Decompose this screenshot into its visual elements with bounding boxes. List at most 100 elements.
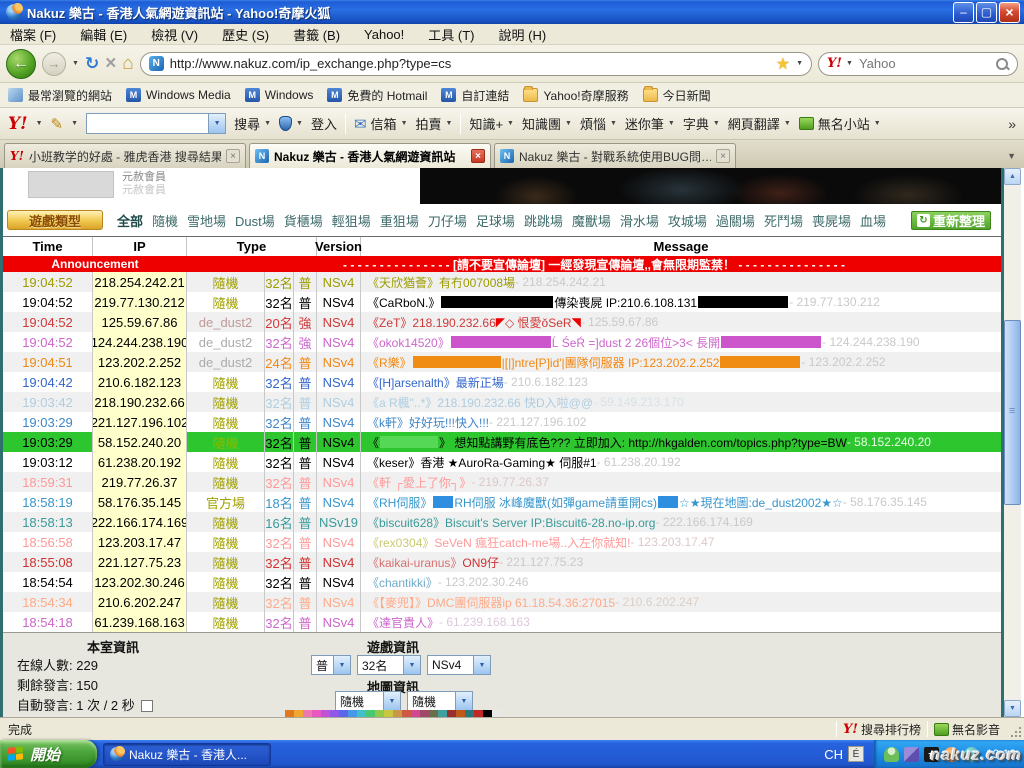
scroll-up-icon[interactable]: ▲: [1004, 168, 1021, 185]
menu-item[interactable]: 說明 (H): [499, 25, 547, 44]
menu-item[interactable]: 工具 (T): [428, 25, 474, 44]
game-type-link[interactable]: 重狙場: [380, 211, 419, 230]
select-dropdown-icon[interactable]: ▼: [333, 656, 350, 674]
yahoo-toolbar-item[interactable]: 拍賣▼: [416, 114, 453, 133]
dropdown-caret-icon[interactable]: ▼: [610, 120, 617, 127]
game-select[interactable]: NSv4▼: [427, 655, 491, 675]
select-dropdown-icon[interactable]: ▼: [455, 692, 472, 710]
yahoo-toolbar-item[interactable]: 搜尋▼: [234, 114, 271, 133]
palette-swatch[interactable]: [438, 710, 447, 717]
refresh-button[interactable]: ↻: [85, 54, 99, 74]
menu-item[interactable]: 檔案 (F): [10, 25, 56, 44]
table-row[interactable]: 19:03:42218.190.232.66隨機32名普NSv4《a R楓"..…: [3, 392, 1001, 412]
palette-swatch[interactable]: [330, 710, 339, 717]
combo-dropdown-icon[interactable]: ▼: [208, 114, 225, 133]
game-type-link[interactable]: 死鬥場: [764, 211, 803, 230]
game-select[interactable]: 32名▼: [357, 655, 421, 675]
tray-update-icon[interactable]: [964, 747, 979, 762]
table-row[interactable]: 18:55:08221.127.75.23隨機32名普NSv4《kaikai-u…: [3, 552, 1001, 572]
tray-app-icon[interactable]: [944, 747, 959, 762]
dropdown-caret-icon[interactable]: ▼: [446, 120, 453, 127]
auto-post-checkbox[interactable]: [141, 700, 153, 712]
palette-swatch[interactable]: [384, 710, 393, 717]
bookmark-dropdown-icon[interactable]: ▼: [796, 60, 803, 67]
map-select[interactable]: 隨機▼: [335, 691, 401, 711]
menu-item[interactable]: 歷史 (S): [222, 25, 269, 44]
yahoo-toolbar-item[interactable]: ✉信箱▼: [354, 114, 408, 133]
bookmark-star-icon[interactable]: ★: [776, 54, 790, 74]
pencil-caret[interactable]: ▼: [71, 120, 78, 127]
menu-item[interactable]: Yahoo!: [364, 27, 404, 42]
dropdown-caret-icon[interactable]: ▼: [784, 120, 791, 127]
menu-item[interactable]: 檢視 (V): [151, 25, 198, 44]
maximize-button[interactable]: ▢: [976, 2, 997, 23]
toolbar-overflow-icon[interactable]: »: [1008, 116, 1016, 132]
table-row[interactable]: 19:04:51123.202.2.252de_dust224名普NSv4《R樂…: [3, 352, 1001, 372]
dropdown-caret-icon[interactable]: ▼: [713, 120, 720, 127]
table-row[interactable]: 18:58:1958.176.35.145官方場18名普NSv4《RH伺服》RH…: [3, 492, 1001, 512]
palette-swatch[interactable]: [285, 710, 294, 717]
refresh-list-button[interactable]: ↻ 重新整理: [911, 211, 991, 230]
tab-list-dropdown-icon[interactable]: ▼: [1003, 151, 1020, 161]
table-row[interactable]: 18:54:54123.202.30.246隨機32名普NSv4《chantik…: [3, 572, 1001, 592]
palette-swatch[interactable]: [312, 710, 321, 717]
dropdown-caret-icon[interactable]: ▼: [507, 120, 514, 127]
select-dropdown-icon[interactable]: ▼: [383, 692, 400, 710]
yahoo-toolbar-item[interactable]: 知識團▼: [522, 114, 572, 133]
yahoo-toolbar-item[interactable]: 登入: [311, 114, 337, 133]
yahoo-toolbar-logo[interactable]: Y!: [8, 114, 28, 134]
scroll-down-icon[interactable]: ▼: [1004, 700, 1021, 717]
search-engine-dropdown-icon[interactable]: ▼: [846, 60, 853, 67]
address-bar[interactable]: N http://www.nakuz.com/ip_exchange.php?t…: [140, 52, 812, 76]
tray-network-icon[interactable]: [904, 747, 919, 762]
tab-close-icon[interactable]: ×: [471, 149, 485, 163]
language-indicator[interactable]: CH É: [824, 746, 864, 762]
palette-swatch[interactable]: [456, 710, 465, 717]
palette-swatch[interactable]: [465, 710, 474, 717]
table-row[interactable]: 19:04:52124.244.238.190de_dust232名強NSv4《…: [3, 332, 1001, 352]
table-row[interactable]: 19:04:52219.77.130.212隨機32名普NSv4《CaRboN.…: [3, 292, 1001, 312]
table-row[interactable]: 18:58:13222.166.174.169隨機16名普NSv19《biscu…: [3, 512, 1001, 532]
wretch-statusbar[interactable]: 無名影音: [934, 721, 1000, 738]
game-type-link[interactable]: 血場: [860, 211, 886, 230]
browser-tab[interactable]: NNakuz 樂古 - 香港人氣網遊資訊站×: [249, 143, 491, 168]
palette-swatch[interactable]: [393, 710, 402, 717]
palette-swatch[interactable]: [321, 710, 330, 717]
palette-swatch[interactable]: [483, 710, 492, 717]
yahoo-rank-statusbar[interactable]: Y! 搜尋排行榜: [843, 721, 921, 738]
yahoo-toolbar-item[interactable]: ▼: [279, 116, 303, 131]
menu-item[interactable]: 編輯 (E): [80, 25, 127, 44]
tab-close-icon[interactable]: ×: [716, 149, 730, 163]
yahoo-toolbar-item[interactable]: 字典▼: [683, 114, 720, 133]
menu-item[interactable]: 書籤 (B): [293, 25, 340, 44]
palette-swatch[interactable]: [357, 710, 366, 717]
dropdown-caret-icon[interactable]: ▼: [565, 120, 572, 127]
resize-grip[interactable]: [1008, 718, 1024, 740]
tray-messenger-icon[interactable]: [884, 747, 899, 762]
scrollbar-thumb[interactable]: [1004, 320, 1021, 505]
palette-swatch[interactable]: [429, 710, 438, 717]
palette-swatch[interactable]: [402, 710, 411, 717]
taskbar-window-button[interactable]: Nakuz 樂古 - 香港人...: [103, 743, 271, 766]
game-type-link[interactable]: 喪屍場: [812, 211, 851, 230]
game-type-link[interactable]: 過關場: [716, 211, 755, 230]
table-row[interactable]: 19:04:52218.254.242.21隨機32名普NSv4《天欣猶薈》有冇…: [3, 272, 1001, 292]
game-type-link[interactable]: Dust場: [235, 211, 275, 230]
yahoo-search-combo[interactable]: ▼: [86, 113, 226, 134]
palette-swatch[interactable]: [420, 710, 429, 717]
history-dropdown-icon[interactable]: ▼: [72, 60, 79, 67]
palette-swatch[interactable]: [375, 710, 384, 717]
table-row[interactable]: 18:54:1861.239.168.163隨機32名普NSv4《達官貴人》 -…: [3, 612, 1001, 632]
palette-swatch[interactable]: [366, 710, 375, 717]
back-button[interactable]: ←: [6, 49, 36, 79]
map-select[interactable]: 隨機▼: [407, 691, 473, 711]
palette-swatch[interactable]: [339, 710, 348, 717]
game-type-link[interactable]: 貨櫃場: [284, 211, 323, 230]
palette-swatch[interactable]: [474, 710, 483, 717]
dropdown-caret-icon[interactable]: ▼: [401, 120, 408, 127]
bookmark-item[interactable]: M自訂連結: [441, 87, 509, 104]
game-type-link[interactable]: 全部: [117, 211, 143, 230]
url-text[interactable]: http://www.nakuz.com/ip_exchange.php?typ…: [170, 56, 770, 71]
minimize-button[interactable]: –: [953, 2, 974, 23]
select-dropdown-icon[interactable]: ▼: [403, 656, 420, 674]
